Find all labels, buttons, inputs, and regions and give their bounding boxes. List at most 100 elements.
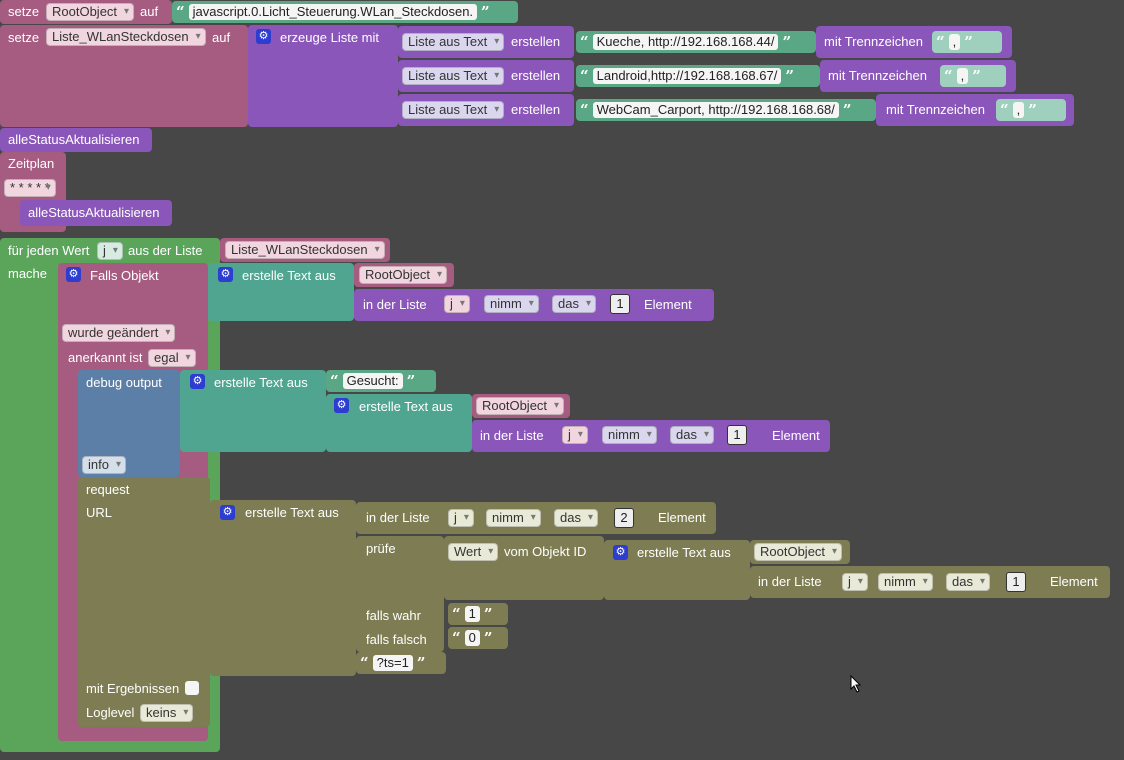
string-value[interactable]: ?ts=1: [372, 654, 413, 671]
loglevel-dropdown[interactable]: keins: [140, 704, 194, 722]
procedure-call-block[interactable]: alleStatusAktualisieren: [0, 128, 152, 152]
trigger-list-get[interactable]: in der Liste j nimm das 1 Element: [354, 289, 714, 321]
root-var-dropdown[interactable]: RootObject: [754, 543, 843, 561]
separator-string-1[interactable]: “,”: [932, 31, 1002, 53]
trigger-root-var[interactable]: RootObject: [354, 263, 454, 287]
list-var-j[interactable]: j: [444, 295, 470, 313]
var-dropdown-list[interactable]: Liste_WLanSteckdosen: [46, 28, 206, 46]
gear-icon[interactable]: ⚙: [334, 398, 349, 413]
schedule-procedure-call[interactable]: alleStatusAktualisieren: [20, 200, 172, 226]
gear-icon[interactable]: ⚙: [613, 545, 628, 560]
true-string[interactable]: “1”: [448, 603, 508, 625]
debug-text-join[interactable]: ⚙ erstelle Text aus: [180, 370, 326, 452]
quote-open-icon: “: [176, 3, 185, 21]
trigger-text-join[interactable]: ⚙ erstelle Text aus: [208, 263, 354, 321]
debug-text-join-2[interactable]: ⚙ erstelle Text aus: [326, 394, 472, 452]
string-kueche[interactable]: “Kueche, http://192.168.168.44/”: [576, 31, 816, 53]
list-kind-dropdown[interactable]: Liste aus Text: [402, 33, 505, 51]
results-label: mit Ergebnissen: [86, 681, 180, 696]
quote-open-icon: “: [580, 33, 589, 51]
take-dropdown[interactable]: nimm: [878, 573, 933, 591]
results-checkbox[interactable]: [185, 681, 199, 695]
string-value[interactable]: javascript.0.Licht_Steuerung.WLan_Steckd…: [188, 3, 478, 20]
gear-icon[interactable]: ⚙: [66, 267, 81, 282]
the-dropdown[interactable]: das: [946, 573, 990, 591]
debug-output-block[interactable]: debug output info: [78, 370, 180, 477]
cron-field[interactable]: * * * * *: [4, 179, 56, 197]
list-from-text-2[interactable]: Liste aus Text erstellen: [398, 60, 574, 92]
the-dropdown[interactable]: das: [670, 426, 714, 444]
string-value[interactable]: 1: [464, 605, 480, 622]
separator-string-3[interactable]: “,”: [996, 99, 1066, 121]
string-value[interactable]: Kueche, http://192.168.168.44/: [592, 33, 779, 50]
check-list-get[interactable]: in der Liste j nimm das 1 Element: [750, 566, 1110, 598]
separator-value[interactable]: ,: [956, 67, 969, 84]
string-webcam[interactable]: “WebCam_Carport, http://192.168.168.68/”: [576, 99, 876, 121]
text-join-label: erstelle Text aus: [214, 375, 308, 390]
gear-icon[interactable]: ⚙: [220, 505, 235, 520]
changed-dropdown[interactable]: wurde geändert: [62, 324, 176, 342]
string-value[interactable]: WebCam_Carport, http://192.168.168.68/: [592, 101, 839, 118]
list-kind-dropdown[interactable]: Liste aus Text: [402, 101, 505, 119]
in-list-label: in der Liste: [366, 510, 430, 525]
root-var-dropdown[interactable]: RootObject: [359, 266, 448, 284]
quote-close-icon: ”: [785, 67, 794, 85]
loop-list-variable[interactable]: Liste_WLanSteckdosen: [220, 238, 390, 262]
for-each-label: für jeden Wert: [8, 243, 90, 258]
list-kind-dropdown[interactable]: Liste aus Text: [402, 67, 505, 85]
debug-level-dropdown[interactable]: info: [82, 456, 126, 474]
debug-list-get[interactable]: in der Liste j nimm das 1 Element: [472, 420, 830, 452]
string-value[interactable]: Landroid,http://192.168.168.67/: [592, 67, 782, 84]
index-field[interactable]: 2: [614, 508, 634, 528]
index-field[interactable]: 1: [610, 294, 630, 314]
list-var-j[interactable]: j: [448, 509, 474, 527]
set-rootobject-block[interactable]: setze RootObject auf: [0, 0, 172, 24]
take-dropdown[interactable]: nimm: [602, 426, 657, 444]
gear-icon[interactable]: ⚙: [256, 29, 271, 44]
check-root-var[interactable]: RootObject: [750, 540, 850, 564]
ack-dropdown[interactable]: egal: [148, 349, 196, 367]
from-list-label: aus der Liste: [128, 243, 203, 258]
quote-close-icon: ”: [483, 605, 493, 623]
request-block[interactable]: request URL mit Ergebnissen Loglevel kei…: [78, 477, 210, 727]
if-true-label: falls wahr: [366, 608, 421, 623]
list-from-text-3[interactable]: Liste aus Text erstellen: [398, 94, 574, 126]
set-list-block[interactable]: setze Liste_WLanSteckdosen auf: [0, 25, 248, 127]
url-text-join[interactable]: ⚙ erstelle Text aus: [210, 500, 356, 676]
element-label: Element: [644, 297, 692, 312]
string-landroid[interactable]: “Landroid,http://192.168.168.67/”: [576, 65, 820, 87]
root-var-dropdown[interactable]: RootObject: [476, 397, 565, 415]
debug-prefix-string[interactable]: “Gesucht:”: [326, 370, 436, 392]
false-string[interactable]: “0”: [448, 627, 508, 649]
list-var-j[interactable]: j: [842, 573, 868, 591]
debug-root-var[interactable]: RootObject: [472, 394, 570, 418]
separator-value[interactable]: ,: [948, 33, 961, 50]
suffix-string[interactable]: “?ts=1”: [356, 652, 446, 674]
gear-icon[interactable]: ⚙: [218, 267, 233, 282]
the-dropdown[interactable]: das: [552, 295, 596, 313]
gear-icon[interactable]: ⚙: [190, 374, 205, 389]
list-var-dropdown[interactable]: Liste_WLanSteckdosen: [225, 241, 385, 259]
string-value[interactable]: 0: [464, 629, 480, 646]
check-text-join[interactable]: ⚙ erstelle Text aus: [604, 540, 750, 600]
index-field[interactable]: 1: [727, 425, 747, 445]
ternary-block[interactable]: prüfe falls wahr falls falsch: [356, 536, 444, 652]
take-dropdown[interactable]: nimm: [486, 509, 541, 527]
string-value[interactable]: Gesucht:: [342, 372, 403, 389]
list-from-text-1[interactable]: Liste aus Text erstellen: [398, 26, 574, 58]
var-dropdown-rootobject[interactable]: RootObject: [46, 3, 135, 21]
separator-string-2[interactable]: “,”: [940, 65, 1006, 87]
list-var-j[interactable]: j: [562, 426, 588, 444]
quote-close-icon: ”: [782, 33, 792, 51]
create-list-block[interactable]: ⚙ erzeuge Liste mit: [248, 25, 398, 127]
value-dropdown[interactable]: Wert: [448, 543, 499, 561]
loop-var-dropdown[interactable]: j: [97, 242, 123, 260]
the-dropdown[interactable]: das: [554, 509, 598, 527]
string-js-path[interactable]: “javascript.0.Licht_Steuerung.WLan_Steck…: [172, 1, 518, 23]
index-field[interactable]: 1: [1006, 572, 1026, 592]
separator-value[interactable]: ,: [1012, 101, 1025, 118]
take-dropdown[interactable]: nimm: [484, 295, 539, 313]
object-value-block[interactable]: Wert vom Objekt ID: [444, 536, 604, 600]
url-list-get[interactable]: in der Liste j nimm das 2 Element: [356, 502, 716, 534]
text-join-label: erstelle Text aus: [245, 505, 339, 520]
